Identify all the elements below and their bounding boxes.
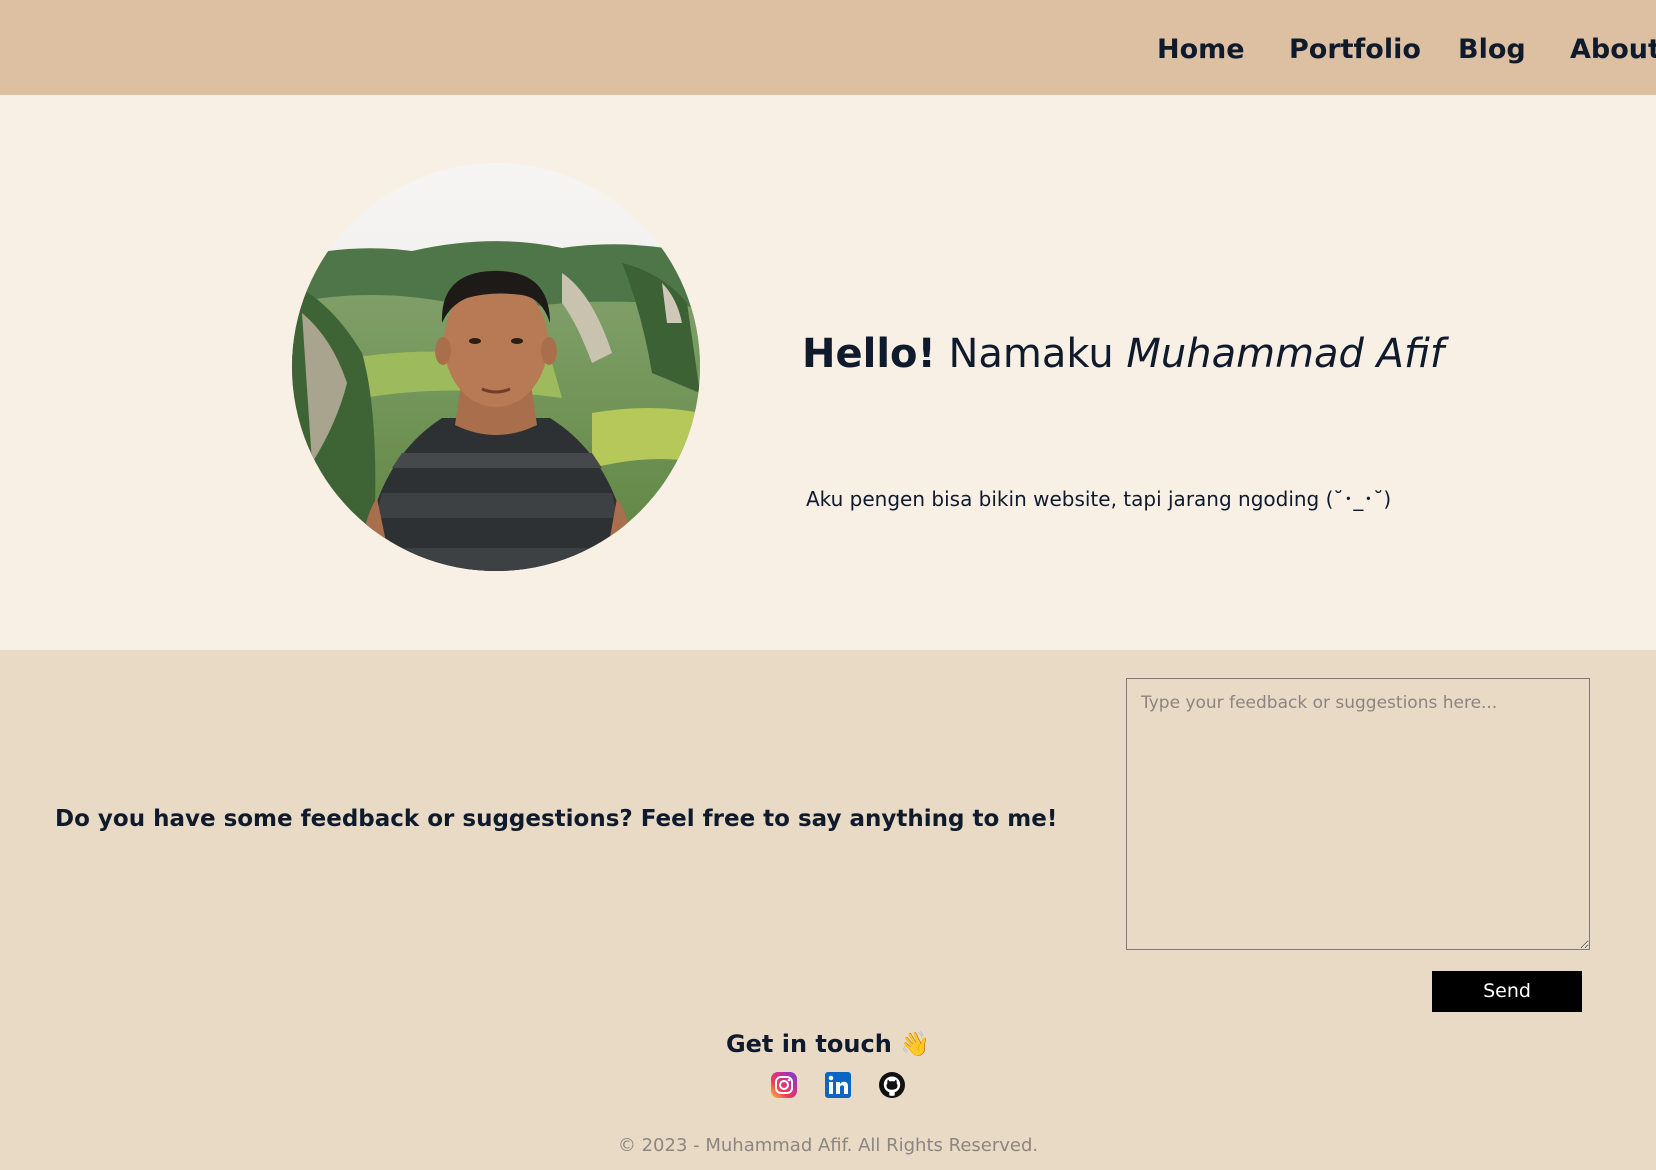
feedback-textarea[interactable] [1126, 678, 1590, 950]
navbar: Home Portfolio Blog About [0, 0, 1656, 95]
contact-title: Get in touch 👋 [0, 1027, 1656, 1061]
greeting-name: Muhammad Afif [1126, 331, 1444, 377]
waving-hand-icon: 👋 [900, 1030, 931, 1058]
send-button[interactable]: Send [1432, 971, 1582, 1012]
linkedin-icon [825, 1072, 851, 1098]
social-links [770, 1071, 910, 1101]
github-icon [879, 1072, 905, 1098]
nav-about-link[interactable]: About [1570, 30, 1656, 70]
copyright-text: © 2023 - Muhammad Afif. All Rights Reser… [617, 1135, 1039, 1156]
hero-tagline: Aku pengen bisa bikin website, tapi jara… [806, 487, 1392, 511]
instagram-icon [771, 1072, 797, 1098]
hero-section: Hello! Namaku Muhammad Afif Aku pengen b… [0, 95, 1656, 650]
nav-home-link[interactable]: Home [1157, 30, 1245, 70]
profile-photo [292, 163, 700, 571]
greeting-intro: Namaku [948, 331, 1114, 377]
nav-blog-link[interactable]: Blog [1458, 30, 1526, 70]
instagram-link[interactable] [770, 1071, 798, 1099]
hero-greeting: Hello! Namaku Muhammad Afif [802, 330, 1444, 378]
feedback-section: Do you have some feedback or suggestions… [0, 650, 1656, 1170]
greeting-hello: Hello! [802, 331, 936, 377]
feedback-prompt: Do you have some feedback or suggestions… [55, 806, 1058, 832]
contact-title-text: Get in touch [725, 1030, 892, 1058]
linkedin-link[interactable] [824, 1071, 852, 1099]
nav-portfolio-link[interactable]: Portfolio [1289, 30, 1421, 70]
github-link[interactable] [878, 1071, 906, 1099]
